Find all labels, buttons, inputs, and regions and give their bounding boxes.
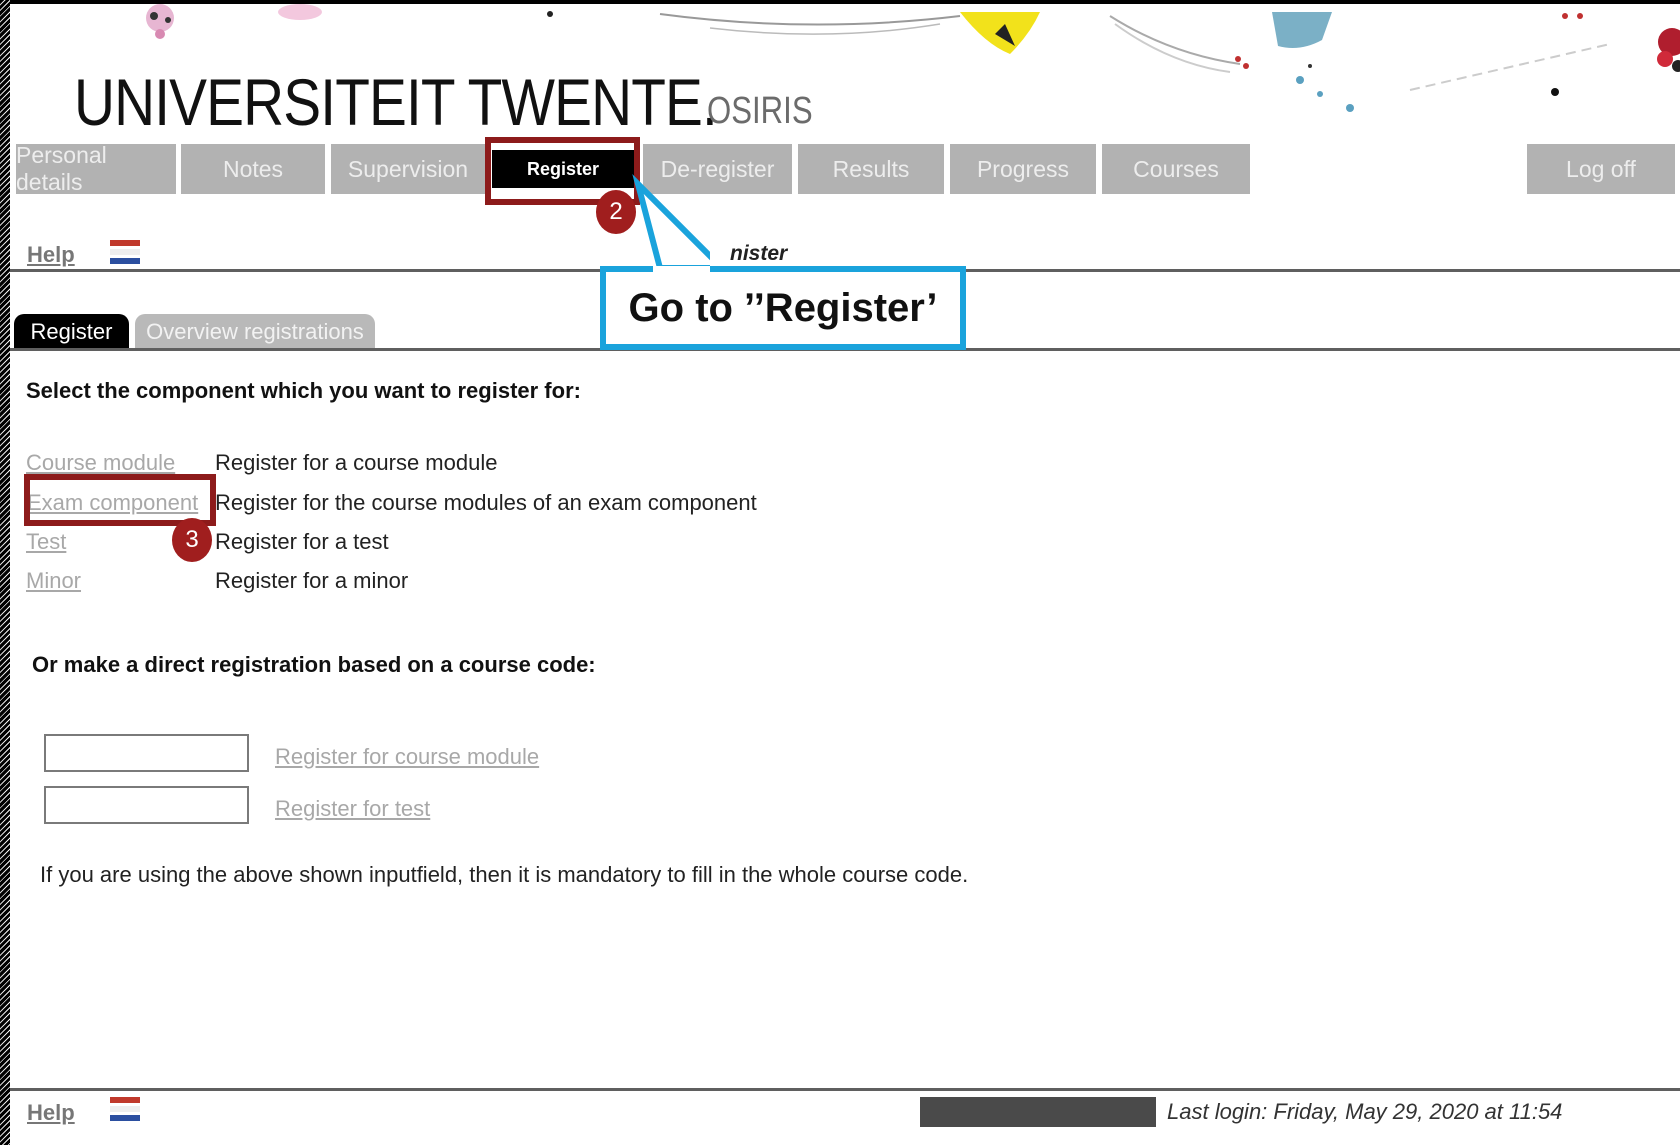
course-code-input[interactable] [44,734,249,772]
select-component-heading: Select the component which you want to r… [26,378,581,403]
footer-language-flag-icon[interactable] [110,1097,140,1121]
nav-courses[interactable]: Courses [1102,144,1250,194]
course-module-description: Register for a course module [215,450,498,475]
minor-link[interactable]: Minor [26,568,81,594]
nav-results[interactable]: Results [798,144,944,194]
logoff-button[interactable]: Log off [1527,144,1675,194]
exam-component-description: Register for the course modules of an ex… [215,490,757,515]
page-title: nister [730,242,788,265]
mandatory-note: If you are using the above shown inputfi… [40,862,969,887]
tab-register[interactable]: Register [14,314,129,350]
footer-divider [10,1088,1680,1091]
step-3-badge: 3 [172,518,212,562]
register-test-link[interactable]: Register for test [275,796,430,822]
tab-overview-registrations[interactable]: Overview registrations [135,314,375,350]
minor-description: Register for a minor [215,568,409,593]
left-edge-shade [0,0,10,1145]
test-description: Register for a test [215,529,389,554]
nav-progress[interactable]: Progress [950,144,1096,194]
osiris-page: UNIVERSITEIT TWENTE. OSIRIS Personal det… [10,4,1680,1145]
direct-registration-heading: Or make a direct registration based on a… [32,652,596,677]
course-module-link[interactable]: Course module [26,450,175,476]
test-link[interactable]: Test [26,529,66,555]
register-course-module-link[interactable]: Register for course module [275,744,539,770]
callout-tail-cover [653,266,710,274]
footer-help-link[interactable]: Help [27,1100,75,1126]
app-name: OSIRIS [707,90,813,132]
last-login-text: Last login: Friday, May 29, 2020 at 11:5… [1167,1099,1563,1124]
footer-dark-bar [920,1097,1156,1127]
test-code-input[interactable] [44,786,249,824]
